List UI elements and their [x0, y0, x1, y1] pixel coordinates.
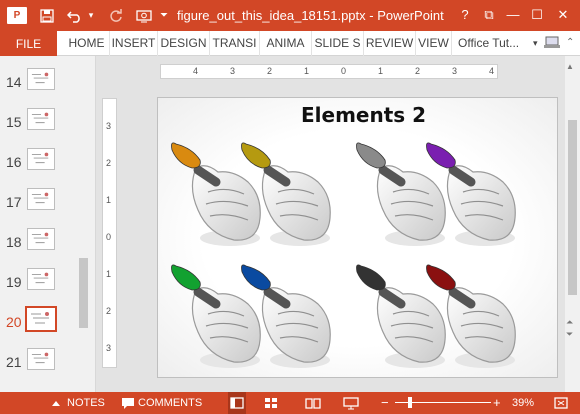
help-button[interactable]: ?: [454, 5, 476, 25]
notes-icon[interactable]: [50, 392, 64, 414]
tab-animations[interactable]: ANIMA: [260, 31, 312, 56]
comments-icon[interactable]: [121, 392, 135, 414]
slide-thumbnail[interactable]: 18: [0, 226, 90, 262]
title-bar: P ▾ ⏷ figure_out_this_idea_18151.pptx - …: [0, 0, 580, 31]
account-dropdown-icon[interactable]: ▾: [533, 31, 538, 56]
slide-thumbnail-image[interactable]: [27, 148, 55, 170]
slide-thumbnail-image[interactable]: [27, 348, 55, 370]
slide-thumbnail-image[interactable]: [27, 68, 55, 90]
start-from-beginning-icon[interactable]: [134, 0, 154, 31]
maximize-button[interactable]: ☐: [526, 5, 548, 25]
powerpoint-logo-letter: P: [7, 7, 27, 24]
tab-home[interactable]: HOME: [64, 31, 110, 56]
slide-show-icon[interactable]: [342, 392, 360, 414]
comments-button[interactable]: COMMENTS: [138, 392, 202, 414]
slide-thumbnail-image[interactable]: [27, 268, 55, 290]
ribbon-display-options-button[interactable]: ⧉: [478, 5, 500, 25]
vertical-ruler: 3 2 1 0 1 2 3: [102, 98, 117, 368]
undo-icon[interactable]: [64, 0, 86, 31]
zoom-in-button[interactable]: +: [493, 392, 501, 414]
slide-number: 18: [6, 234, 22, 250]
minimize-button[interactable]: —: [502, 5, 524, 25]
tab-design[interactable]: DESIGN: [158, 31, 210, 56]
undo-dropdown-icon[interactable]: ▾: [86, 0, 96, 31]
slide-number: 19: [6, 274, 22, 290]
save-icon[interactable]: [37, 0, 57, 31]
slide-number: 14: [6, 74, 22, 90]
ruler-label: 0: [341, 66, 347, 76]
slide-thumbnail[interactable]: 16: [0, 146, 90, 182]
ruler-label: 3: [230, 66, 236, 76]
ruler-label: 1: [378, 66, 384, 76]
ribbon-tabs: FILE HOME INSERT DESIGN TRANSI ANIMA SLI…: [0, 31, 580, 56]
tab-file[interactable]: FILE: [0, 31, 57, 56]
hand-with-marker-image[interactable]: [423, 260, 523, 377]
zoom-level[interactable]: 39%: [512, 392, 534, 414]
slide-thumbnail[interactable]: 21: [0, 346, 90, 382]
slide-canvas[interactable]: Elements 2: [157, 97, 558, 378]
status-bar: NOTES COMMENTS − + 39%: [0, 392, 580, 414]
slide-number: 15: [6, 114, 22, 130]
ruler-label: 3: [452, 66, 458, 76]
ruler-label: 2: [267, 66, 273, 76]
tab-insert[interactable]: INSERT: [110, 31, 158, 56]
redo-icon[interactable]: [106, 0, 126, 31]
slide-thumbnail[interactable]: 17: [0, 186, 90, 222]
previous-slide-icon[interactable]: ⏶: [566, 318, 573, 327]
window-title: figure_out_this_idea_18151.pptx - PowerP…: [177, 8, 444, 23]
ruler-label: 3: [106, 343, 112, 353]
tab-transitions[interactable]: TRANSI: [210, 31, 260, 56]
slide-thumbnail-image[interactable]: [27, 108, 55, 130]
zoom-out-button[interactable]: −: [381, 392, 389, 414]
ruler-label: 2: [106, 306, 112, 316]
customize-toolbar-icon[interactable]: ⏷: [158, 0, 170, 31]
account-avatar-icon[interactable]: [543, 35, 561, 51]
slide-thumbnail-image[interactable]: [27, 188, 55, 210]
slide-thumbnail[interactable]: 19: [0, 266, 90, 302]
hand-with-marker-image[interactable]: [238, 260, 338, 377]
notes-button[interactable]: NOTES: [67, 392, 105, 414]
slide-number: 21: [6, 354, 22, 370]
collapse-ribbon-icon[interactable]: ⌃: [566, 37, 574, 48]
slide-thumbnail[interactable]: 20: [0, 306, 90, 342]
fit-slide-icon[interactable]: [552, 392, 570, 414]
ruler-label: 1: [106, 195, 112, 205]
zoom-slider-thumb[interactable]: [408, 397, 412, 408]
account-name[interactable]: Office Tut...: [458, 31, 519, 56]
hand-with-marker-image[interactable]: [238, 138, 338, 255]
slide-thumbnail-image[interactable]: [25, 306, 57, 332]
ruler-label: 3: [106, 121, 112, 131]
ruler-label: 1: [304, 66, 310, 76]
slide-title[interactable]: Elements 2: [301, 103, 426, 127]
close-button[interactable]: ✕: [552, 5, 574, 25]
slide-number: 17: [6, 194, 22, 210]
ruler-label: 0: [106, 232, 112, 242]
reading-view-icon[interactable]: [304, 392, 322, 414]
tab-review[interactable]: REVIEW: [364, 31, 416, 56]
ruler-label: 4: [193, 66, 199, 76]
slide-number: 16: [6, 154, 22, 170]
slide-thumbnail[interactable]: 15: [0, 106, 90, 142]
ruler-label: 4: [489, 66, 495, 76]
tab-slide-show[interactable]: SLIDE S: [312, 31, 364, 56]
horizontal-ruler: 4 3 2 1 0 1 2 3 4: [160, 64, 498, 79]
slide-number: 20: [6, 314, 22, 330]
slide-thumbnail-image[interactable]: [27, 228, 55, 250]
ruler-label: 1: [106, 269, 112, 279]
tab-view[interactable]: VIEW: [416, 31, 452, 56]
normal-view-icon[interactable]: [228, 392, 246, 414]
ruler-label: 2: [106, 158, 112, 168]
slide-thumbnail[interactable]: 14: [0, 66, 90, 102]
hand-with-marker-image[interactable]: [423, 138, 523, 255]
editor-scrollbar-thumb[interactable]: [568, 120, 577, 295]
powerpoint-logo-icon[interactable]: P: [4, 0, 30, 31]
scroll-up-icon[interactable]: ▲: [566, 62, 574, 71]
ruler-label: 2: [415, 66, 421, 76]
slide-sorter-icon[interactable]: [262, 392, 280, 414]
next-slide-icon[interactable]: ⏷: [566, 330, 573, 339]
